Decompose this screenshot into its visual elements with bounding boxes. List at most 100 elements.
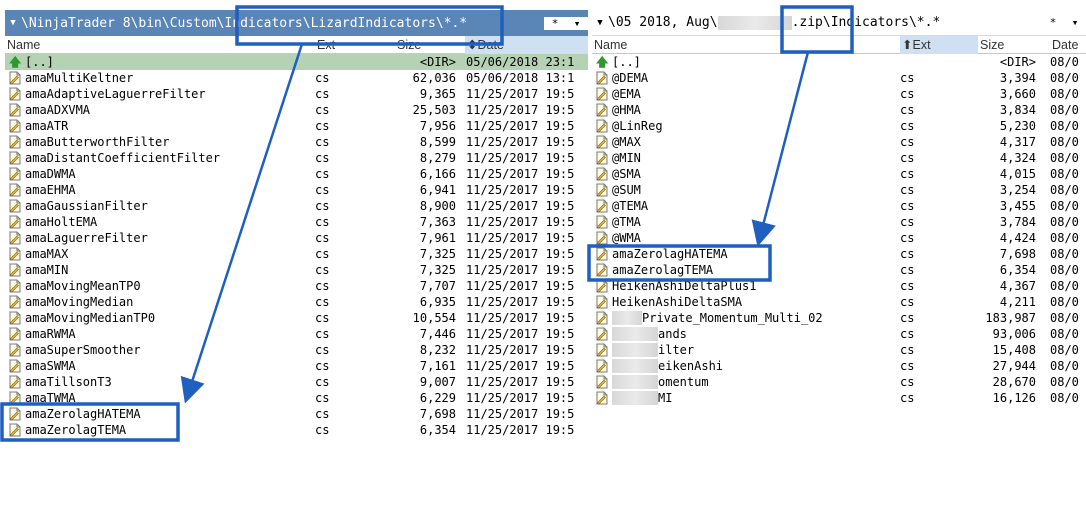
column-date[interactable]: Date	[1050, 36, 1086, 54]
file-name: @SMA	[612, 167, 641, 181]
file-row[interactable]: amaMIN cs 7,325 11/25/2017 19:5	[5, 262, 588, 278]
file-name: amaZerolagHATEMA	[612, 247, 728, 261]
file-name: amaZerolagTEMA	[612, 263, 714, 277]
cs-file-icon	[596, 375, 608, 389]
file-row[interactable]: amaATR cs 7,956 11/25/2017 19:5	[5, 118, 588, 134]
left-path-bar[interactable]: ▼ \NinjaTrader 8\bin\Custom\Indicators\L…	[5, 10, 588, 36]
file-row[interactable]: omentum cs 28,670 08/0	[592, 374, 1086, 390]
file-row[interactable]: amaZerolagTEMA cs 6,354 11/25/2017 19:5	[5, 422, 588, 438]
file-row[interactable]: Private_Momentum_Multi_02 cs 183,987 08/0	[592, 310, 1086, 326]
file-name: omentum	[612, 374, 709, 390]
file-row[interactable]: HeikenAshiDeltaPlus1 cs 4,367 08/0	[592, 278, 1086, 294]
file-name: amaZerolagHATEMA	[25, 407, 141, 421]
file-row[interactable]: @TMA cs 3,784 08/0	[592, 214, 1086, 230]
file-date: 11/25/2017 19:5	[466, 343, 575, 357]
file-name: amaMultiKeltner	[25, 71, 134, 85]
updir-row[interactable]: 🡅 [..] <DIR> 08/0	[592, 54, 1086, 70]
file-date: 08/0	[1050, 295, 1079, 309]
file-row[interactable]: amaHoltEMA cs 7,363 11/25/2017 19:5	[5, 214, 588, 230]
cs-file-icon	[596, 279, 608, 293]
file-name: @EMA	[612, 87, 641, 101]
file-date: 11/25/2017 19:5	[466, 311, 575, 325]
file-row[interactable]: amaSuperSmoother cs 8,232 11/25/2017 19:5	[5, 342, 588, 358]
cs-file-icon	[596, 135, 608, 149]
file-row[interactable]: @MIN cs 4,324 08/0	[592, 150, 1086, 166]
column-name[interactable]: Name	[592, 36, 900, 54]
history-dropdown-icon[interactable]: ▾	[1064, 16, 1086, 29]
file-row[interactable]: ands cs 93,006 08/0	[592, 326, 1086, 342]
star-filter-button[interactable]: *	[1042, 16, 1064, 29]
file-row[interactable]: amaRWMA cs 7,446 11/25/2017 19:5	[5, 326, 588, 342]
file-ext: cs	[900, 247, 915, 261]
history-dropdown-icon[interactable]: ▾	[566, 16, 588, 30]
column-size[interactable]: Size	[395, 36, 465, 54]
up-arrow-icon: 🡅	[596, 55, 609, 69]
file-row[interactable]: amaMovingMeanTP0 cs 7,707 11/25/2017 19:5	[5, 278, 588, 294]
left-file-panel[interactable]: ▼ \NinjaTrader 8\bin\Custom\Indicators\L…	[5, 10, 588, 522]
file-row[interactable]: amaTWMA cs 6,229 11/25/2017 19:5	[5, 390, 588, 406]
file-row[interactable]: @MAX cs 4,317 08/0	[592, 134, 1086, 150]
file-row[interactable]: @SMA cs 4,015 08/0	[592, 166, 1086, 182]
file-name: amaTillsonT3	[25, 375, 112, 389]
star-filter-button[interactable]: *	[544, 16, 566, 30]
file-row[interactable]: @LinReg cs 5,230 08/0	[592, 118, 1086, 134]
file-row[interactable]: @WMA cs 4,424 08/0	[592, 230, 1086, 246]
file-row[interactable]: amaMultiKeltner cs 62,036 05/06/2018 13:1	[5, 70, 588, 86]
file-date: 08/0	[1050, 359, 1079, 373]
updir-row[interactable]: 🡅 [..] <DIR> 05/06/2018 23:1	[5, 54, 588, 70]
column-size[interactable]: Size	[978, 36, 1050, 54]
file-row[interactable]: amaDWMA cs 6,166 11/25/2017 19:5	[5, 166, 588, 182]
file-row[interactable]: ilter cs 15,408 08/0	[592, 342, 1086, 358]
file-row[interactable]: amaMovingMedianTP0 cs 10,554 11/25/2017 19:…	[5, 310, 588, 326]
file-row[interactable]: amaZerolagHATEMA cs 7,698 08/0	[592, 246, 1086, 262]
file-ext: cs	[315, 311, 330, 325]
file-row[interactable]: amaMAX cs 7,325 11/25/2017 19:5	[5, 246, 588, 262]
file-date: 08/0	[1050, 119, 1079, 133]
file-date: 08/0	[1050, 135, 1079, 149]
file-row[interactable]: amaMovingMedian cs 6,935 11/25/2017 19:5	[5, 294, 588, 310]
column-ext[interactable]: ⬆Ext	[900, 36, 978, 54]
left-file-list[interactable]: 🡅 [..] <DIR> 05/06/2018 23:1 amaMultiKel…	[5, 54, 588, 438]
file-row[interactable]: HeikenAshiDeltaSMA cs 4,211 08/0	[592, 294, 1086, 310]
cs-file-icon	[596, 215, 608, 229]
file-row[interactable]: eikenAshi cs 27,944 08/0	[592, 358, 1086, 374]
cs-file-icon	[9, 263, 21, 277]
file-row[interactable]: @EMA cs 3,660 08/0	[592, 86, 1086, 102]
file-ext: cs	[315, 87, 330, 101]
file-row[interactable]: amaDistantCoefficientFilter cs 8,279 11/25/…	[5, 150, 588, 166]
file-size: 7,961	[419, 231, 456, 245]
file-row[interactable]: @HMA cs 3,834 08/0	[592, 102, 1086, 118]
column-ext[interactable]: Ext	[315, 36, 395, 54]
file-size: 6,229	[419, 391, 456, 405]
file-row[interactable]: amaTillsonT3 cs 9,007 11/25/2017 19:5	[5, 374, 588, 390]
file-ext: cs	[900, 199, 915, 213]
file-row[interactable]: amaGaussianFilter cs 8,900 11/25/2017 19:5	[5, 198, 588, 214]
column-name[interactable]: Name	[5, 36, 315, 54]
right-file-list[interactable]: 🡅 [..] <DIR> 08/0 @DEMA cs 3,394 08/0 @EMA cs…	[592, 54, 1086, 406]
file-row[interactable]: @SUM cs 3,254 08/0	[592, 182, 1086, 198]
right-path-bar[interactable]: ▼ \05 2018, Aug\ .zip\Indicators\*.* * ▾	[592, 10, 1086, 36]
file-row[interactable]: amaLaguerreFilter cs 7,961 11/25/2017 19:5	[5, 230, 588, 246]
path-dropdown-icon[interactable]: ▼	[5, 18, 21, 28]
updir-name: [..]	[612, 55, 641, 69]
right-file-panel[interactable]: ▼ \05 2018, Aug\ .zip\Indicators\*.* * ▾ …	[592, 10, 1086, 522]
file-row[interactable]: @TEMA cs 3,455 08/0	[592, 198, 1086, 214]
column-date[interactable]: ⬍Date	[465, 36, 588, 54]
updir-name: [..]	[25, 55, 54, 69]
path-dropdown-icon[interactable]: ▼	[592, 18, 608, 28]
file-row[interactable]: amaADXVMA cs 25,503 11/25/2017 19:5	[5, 102, 588, 118]
right-path-text: \05 2018, Aug\ .zip\Indicators\*.*	[608, 15, 941, 30]
file-row[interactable]: amaEHMA cs 6,941 11/25/2017 19:5	[5, 182, 588, 198]
file-size: 6,166	[419, 167, 456, 181]
file-size: 4,424	[999, 231, 1036, 245]
file-row[interactable]: amaZerolagTEMA cs 6,354 08/0	[592, 262, 1086, 278]
file-date: 11/25/2017 19:5	[466, 215, 575, 229]
file-row[interactable]: MI cs 16,126 08/0	[592, 390, 1086, 406]
file-row[interactable]: amaSWMA cs 7,161 11/25/2017 19:5	[5, 358, 588, 374]
file-ext: cs	[315, 247, 330, 261]
file-row[interactable]: @DEMA cs 3,394 08/0	[592, 70, 1086, 86]
cs-file-icon	[596, 183, 608, 197]
file-row[interactable]: amaButterworthFilter cs 8,599 11/25/2017 19…	[5, 134, 588, 150]
file-row[interactable]: amaAdaptiveLaguerreFilter cs 9,365 11/25/20…	[5, 86, 588, 102]
file-row[interactable]: amaZerolagHATEMA cs 7,698 11/25/2017 19:5	[5, 406, 588, 422]
